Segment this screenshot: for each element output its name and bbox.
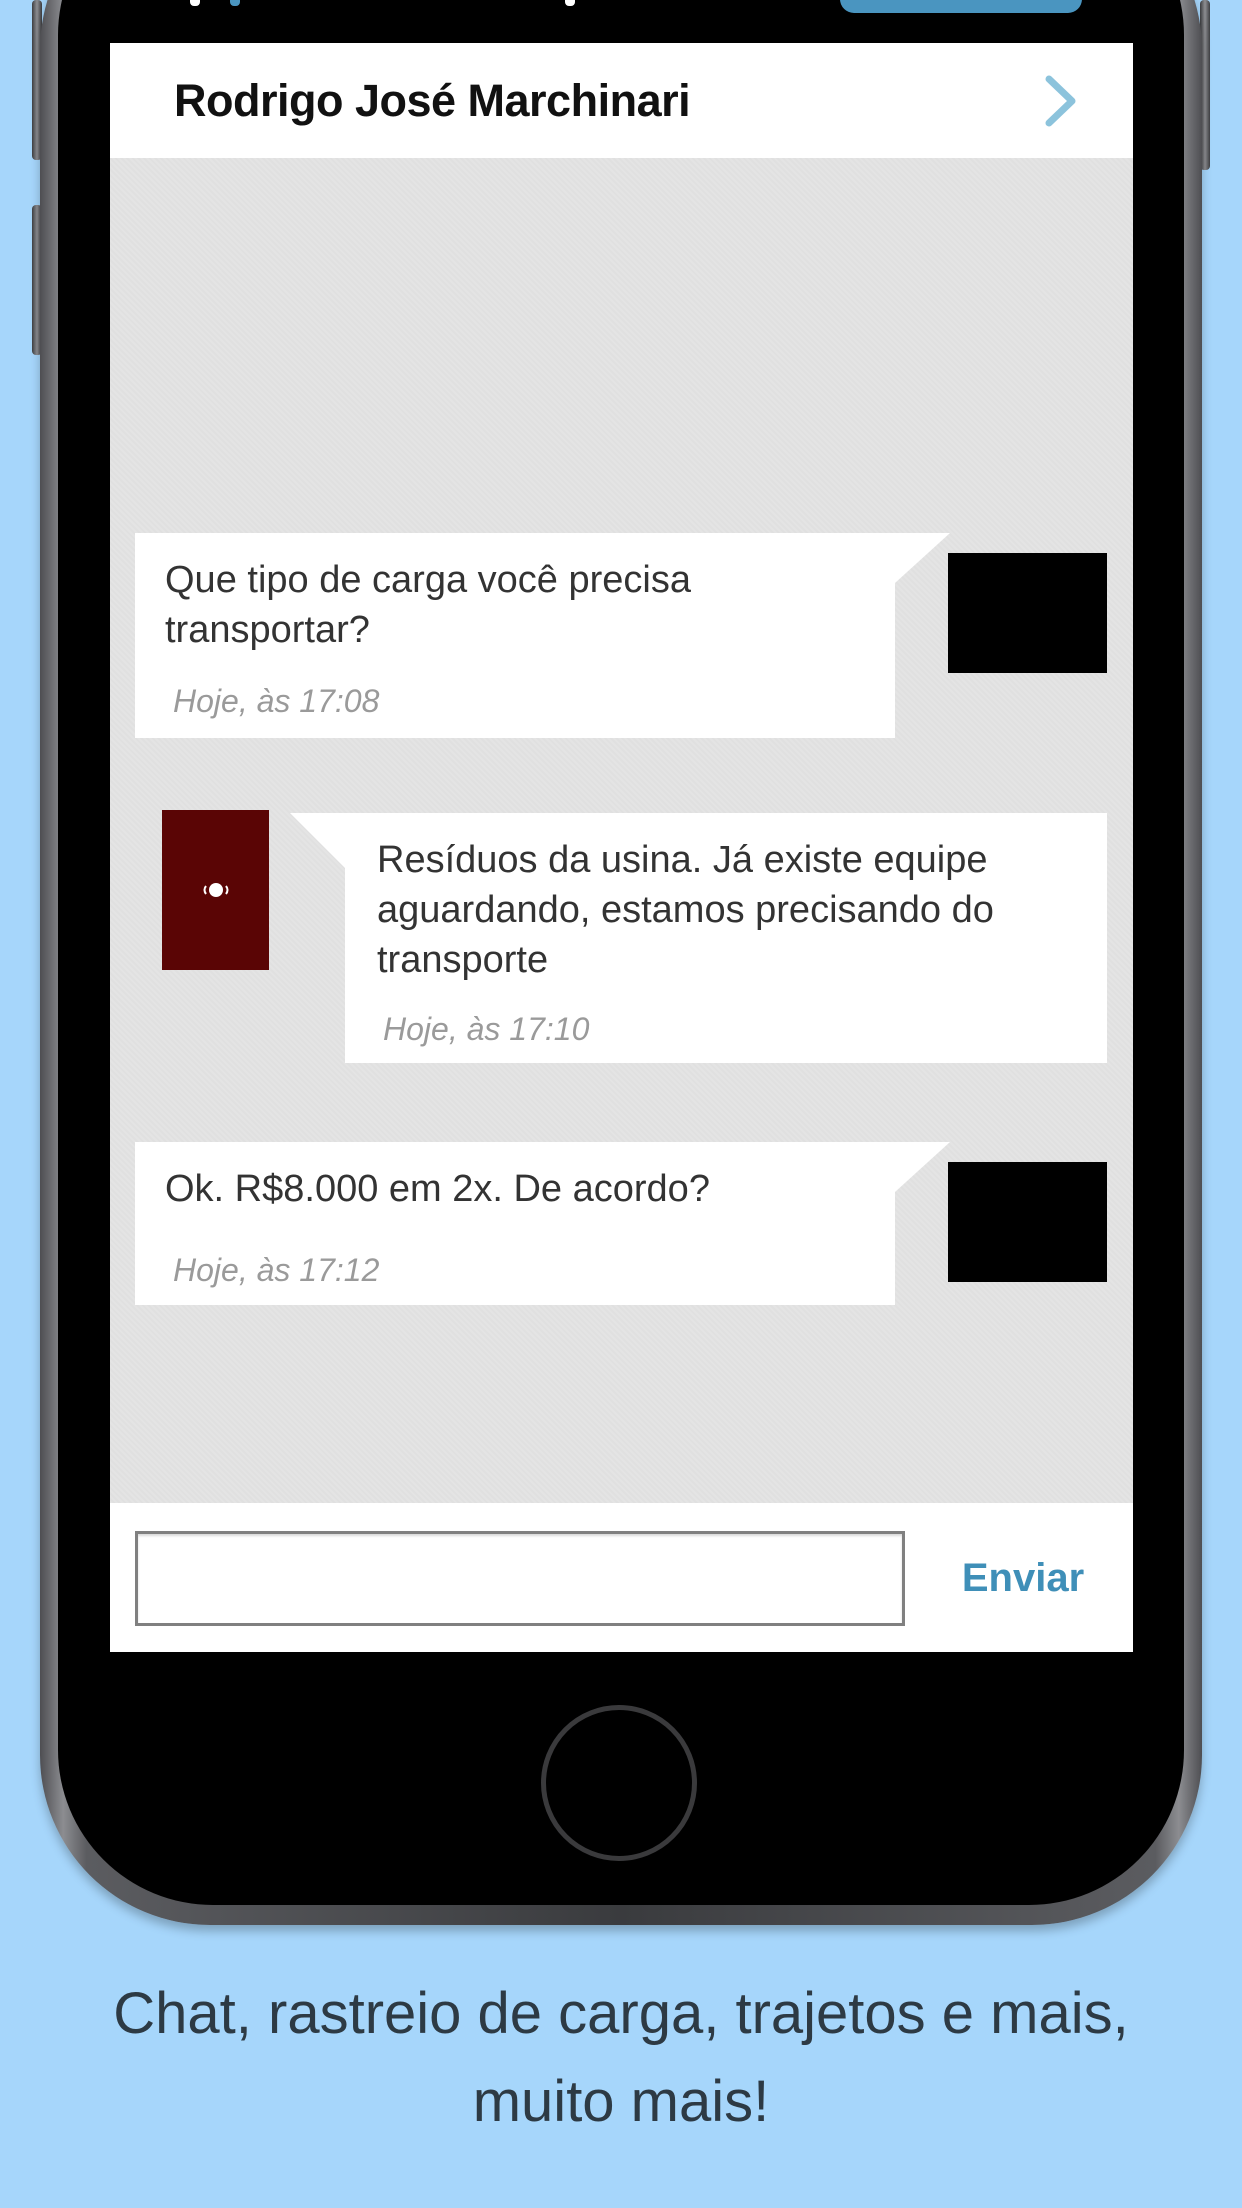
message-text: Que tipo de carga você precisa transport… <box>165 559 691 651</box>
message-input[interactable] <box>135 1531 905 1626</box>
message-bubble: Que tipo de carga você precisa transport… <box>135 533 895 738</box>
bubble-tail <box>895 533 950 583</box>
bubble-tail <box>895 1142 950 1192</box>
message-time: Hoje, às 17:08 <box>173 683 380 719</box>
chevron-right-icon[interactable] <box>1041 71 1081 131</box>
send-button[interactable]: Enviar <box>938 1531 1108 1626</box>
clock-icon <box>565 0 575 6</box>
message-bubble: Resíduos da usina. Já existe equipe agua… <box>345 813 1107 1063</box>
contact-name[interactable]: Rodrigo José Marchinari <box>174 75 691 127</box>
message-composer: Enviar <box>110 1503 1133 1652</box>
status-pill <box>840 0 1082 13</box>
message-text: Resíduos da usina. Já existe equipe agua… <box>377 839 994 981</box>
bubble-tail <box>290 813 345 868</box>
message-time: Hoje, às 17:12 <box>173 1252 380 1288</box>
message-bubble: Ok. R$8.000 em 2x. De acordo? Hoje, às 1… <box>135 1142 895 1305</box>
avatar[interactable] <box>948 1162 1107 1282</box>
message-time: Hoje, às 17:10 <box>383 1011 590 1047</box>
wifi-icon <box>230 0 240 6</box>
signal-icon <box>190 0 200 6</box>
avatar[interactable] <box>162 810 269 970</box>
home-button[interactable] <box>541 1705 697 1861</box>
phone-screen: Rodrigo José Marchinari Que tipo de carg… <box>110 0 1133 1652</box>
status-bar <box>110 0 1133 43</box>
avatar[interactable] <box>948 553 1107 673</box>
logo-icon <box>203 883 228 897</box>
chat-header: Rodrigo José Marchinari <box>110 43 1133 158</box>
message-text: Ok. R$8.000 em 2x. De acordo? <box>165 1168 710 1210</box>
promo-caption: Chat, rastreio de carga, trajetos e mais… <box>113 1981 1129 2134</box>
